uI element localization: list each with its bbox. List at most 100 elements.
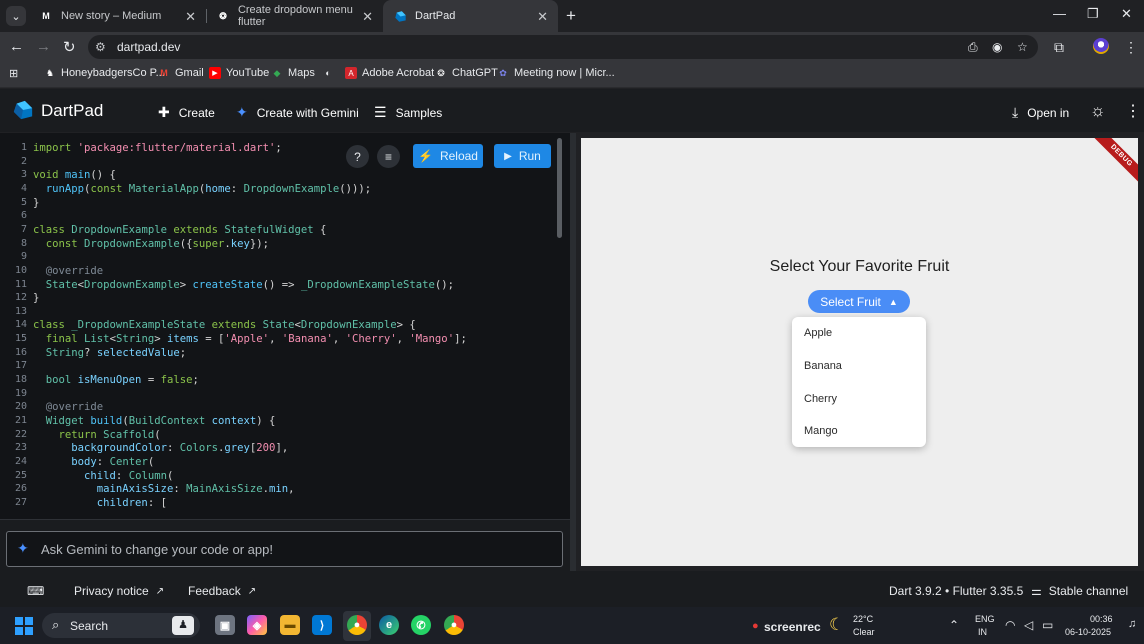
debug-banner: DEBUG xyxy=(1092,138,1138,185)
editor-scrollbar[interactable] xyxy=(557,138,562,238)
battery-icon[interactable]: ▭ xyxy=(1042,618,1053,632)
code-line: 23 backgroundColor: Colors.grey[200], xyxy=(0,441,570,455)
menu-item-banana[interactable]: Banana xyxy=(804,360,842,372)
code-token: ; xyxy=(275,142,282,154)
line-number: 12 xyxy=(14,292,27,304)
menu-dots-icon[interactable]: ⋮ xyxy=(1124,39,1138,56)
tab-create-dropdown[interactable]: ❂ Create dropdown menu flutter ✕ xyxy=(206,0,383,32)
open-in-button[interactable]: ⤓ Open in xyxy=(1012,104,1069,121)
tab-dartpad[interactable]: DartPad ✕ xyxy=(383,0,558,32)
whatsapp-icon[interactable]: ✆ xyxy=(411,615,431,635)
code-token: List xyxy=(84,333,110,346)
more-menu-icon[interactable]: ⋮ xyxy=(1125,101,1141,121)
bookmark-gmail[interactable]: M Gmail xyxy=(158,67,203,79)
extensions-icon[interactable]: ⧉ xyxy=(1054,39,1064,56)
eye-off-icon[interactable]: ◉ xyxy=(992,40,1002,54)
code-text: void main() { xyxy=(33,168,116,182)
bookmark-maps[interactable]: ◆ Maps xyxy=(271,67,315,79)
apps-grid-icon[interactable]: ⊞ xyxy=(9,67,18,80)
profile-avatar[interactable] xyxy=(1093,38,1109,54)
code-editor[interactable]: 1 import 'package:flutter/material.dart';… xyxy=(0,133,570,519)
line-number: 21 xyxy=(14,415,27,426)
clock-time[interactable]: 00:36 xyxy=(1090,614,1113,624)
code-token: _DropdownExampleState xyxy=(300,278,435,291)
bookmark-meeting[interactable]: ✿ Meeting now | Micr... xyxy=(497,67,614,79)
restore-icon[interactable]: ❐ xyxy=(1087,6,1099,22)
code-token: : xyxy=(173,483,187,496)
code-token: DropdownExample xyxy=(84,278,180,291)
windows-start-icon[interactable] xyxy=(15,617,33,635)
privacy-notice-link[interactable]: Privacy notice ↗ xyxy=(74,584,164,598)
code-text: bool isMenuOpen = false; xyxy=(33,373,199,387)
close-tab-icon[interactable]: ✕ xyxy=(537,9,548,25)
address-bar[interactable]: ⚙ dartpad.dev ⎙ ◉ ☆ xyxy=(88,35,1038,59)
close-window-icon[interactable]: ✕ xyxy=(1121,6,1132,22)
bookmark-star-icon[interactable]: ☆ xyxy=(1017,40,1028,54)
back-icon[interactable]: ← xyxy=(9,38,24,55)
help-icon[interactable]: ? xyxy=(346,145,369,168)
forward-icon[interactable]: → xyxy=(36,38,51,55)
code-token: void xyxy=(33,169,65,182)
weather-temp[interactable]: 22°C xyxy=(853,614,873,624)
minimize-icon[interactable]: — xyxy=(1053,6,1066,21)
gemini-prompt-input[interactable]: ✦ Ask Gemini to change your code or app! xyxy=(6,531,563,567)
chevron-up-icon[interactable]: ⌃ xyxy=(949,618,959,632)
line-number: 10 xyxy=(14,264,27,276)
screenrec-label[interactable]: screenrec xyxy=(764,620,821,634)
create-button[interactable]: ✚ Create xyxy=(158,104,215,121)
reload-button[interactable]: ⚡ Reload xyxy=(413,144,483,168)
chrome-canary-icon[interactable]: ● xyxy=(347,615,367,635)
chrome-icon[interactable]: ● xyxy=(444,615,464,635)
menu-item-apple[interactable]: Apple xyxy=(804,327,832,339)
code-line: 27 children: [ xyxy=(0,496,570,510)
channel-label: Stable channel xyxy=(1048,584,1129,598)
notification-bell-icon[interactable]: ♫ xyxy=(1128,618,1136,630)
code-token: 'Apple' xyxy=(224,333,270,346)
bookmark-globe[interactable]: ◐ xyxy=(322,67,339,79)
menu-item-cherry[interactable]: Cherry xyxy=(804,393,837,405)
feedback-link[interactable]: Feedback ↗ xyxy=(188,584,256,598)
taskbar-search[interactable]: ⌕ Search ♟ xyxy=(42,613,200,638)
bookmark-adobe-acrobat[interactable]: A Adobe Acrobat xyxy=(345,67,434,79)
select-fruit-button[interactable]: Select Fruit ▲ xyxy=(808,290,910,313)
close-tab-icon[interactable]: ✕ xyxy=(362,9,373,25)
bookmark-youtube[interactable]: ▶ YouTube xyxy=(209,67,269,79)
language-code[interactable]: ENG xyxy=(975,614,995,624)
file-explorer-icon[interactable]: ▬ xyxy=(280,615,300,635)
create-with-gemini-button[interactable]: ✦ Create with Gemini xyxy=(236,104,359,121)
bookmark-chatgpt[interactable]: ❂ ChatGPT xyxy=(435,67,498,79)
site-info-icon[interactable]: ⚙ xyxy=(95,40,106,54)
code-text: } xyxy=(33,291,39,305)
pane-splitter[interactable] xyxy=(570,133,576,571)
tab-medium[interactable]: M New story – Medium ✕ xyxy=(29,0,206,32)
samples-button[interactable]: ☰ Samples xyxy=(374,104,442,121)
install-app-icon[interactable]: ⎙ xyxy=(968,40,978,55)
edge-icon[interactable]: e xyxy=(379,615,399,635)
code-token: StatefulWidget xyxy=(224,223,321,236)
theme-toggle-icon[interactable]: ☼ xyxy=(1090,101,1106,121)
code-token: (); xyxy=(434,278,455,291)
run-button[interactable]: ▶ Run xyxy=(494,144,551,168)
menu-item-mango[interactable]: Mango xyxy=(804,425,838,437)
code-line: 16 String? selectedValue; xyxy=(0,346,570,360)
code-token: }); xyxy=(249,237,270,250)
gmail-icon: M xyxy=(160,68,168,78)
channel-selector[interactable]: ⚌ Stable channel xyxy=(1031,584,1128,598)
close-tab-icon[interactable]: ✕ xyxy=(185,9,196,25)
format-code-icon[interactable]: ≡ xyxy=(377,145,400,168)
keyboard-icon[interactable]: ⌨ xyxy=(27,584,44,598)
volume-icon[interactable]: ◁ xyxy=(1024,618,1033,632)
code-line: 3 void main() { xyxy=(0,168,570,182)
new-tab-icon[interactable]: + xyxy=(566,6,576,26)
task-view-icon[interactable]: ▣ xyxy=(215,615,235,635)
vscode-icon[interactable]: ⟩ xyxy=(312,615,332,635)
tab-search-dropdown-icon[interactable]: ⌄ xyxy=(6,6,26,26)
bookmark-honeybadgers[interactable]: ♞ HoneybadgersCo P... xyxy=(44,67,165,79)
reload-page-icon[interactable]: ↻ xyxy=(63,38,76,56)
wifi-icon[interactable]: ◠ xyxy=(1005,618,1015,632)
copilot-icon[interactable]: ◈ xyxy=(247,615,267,635)
